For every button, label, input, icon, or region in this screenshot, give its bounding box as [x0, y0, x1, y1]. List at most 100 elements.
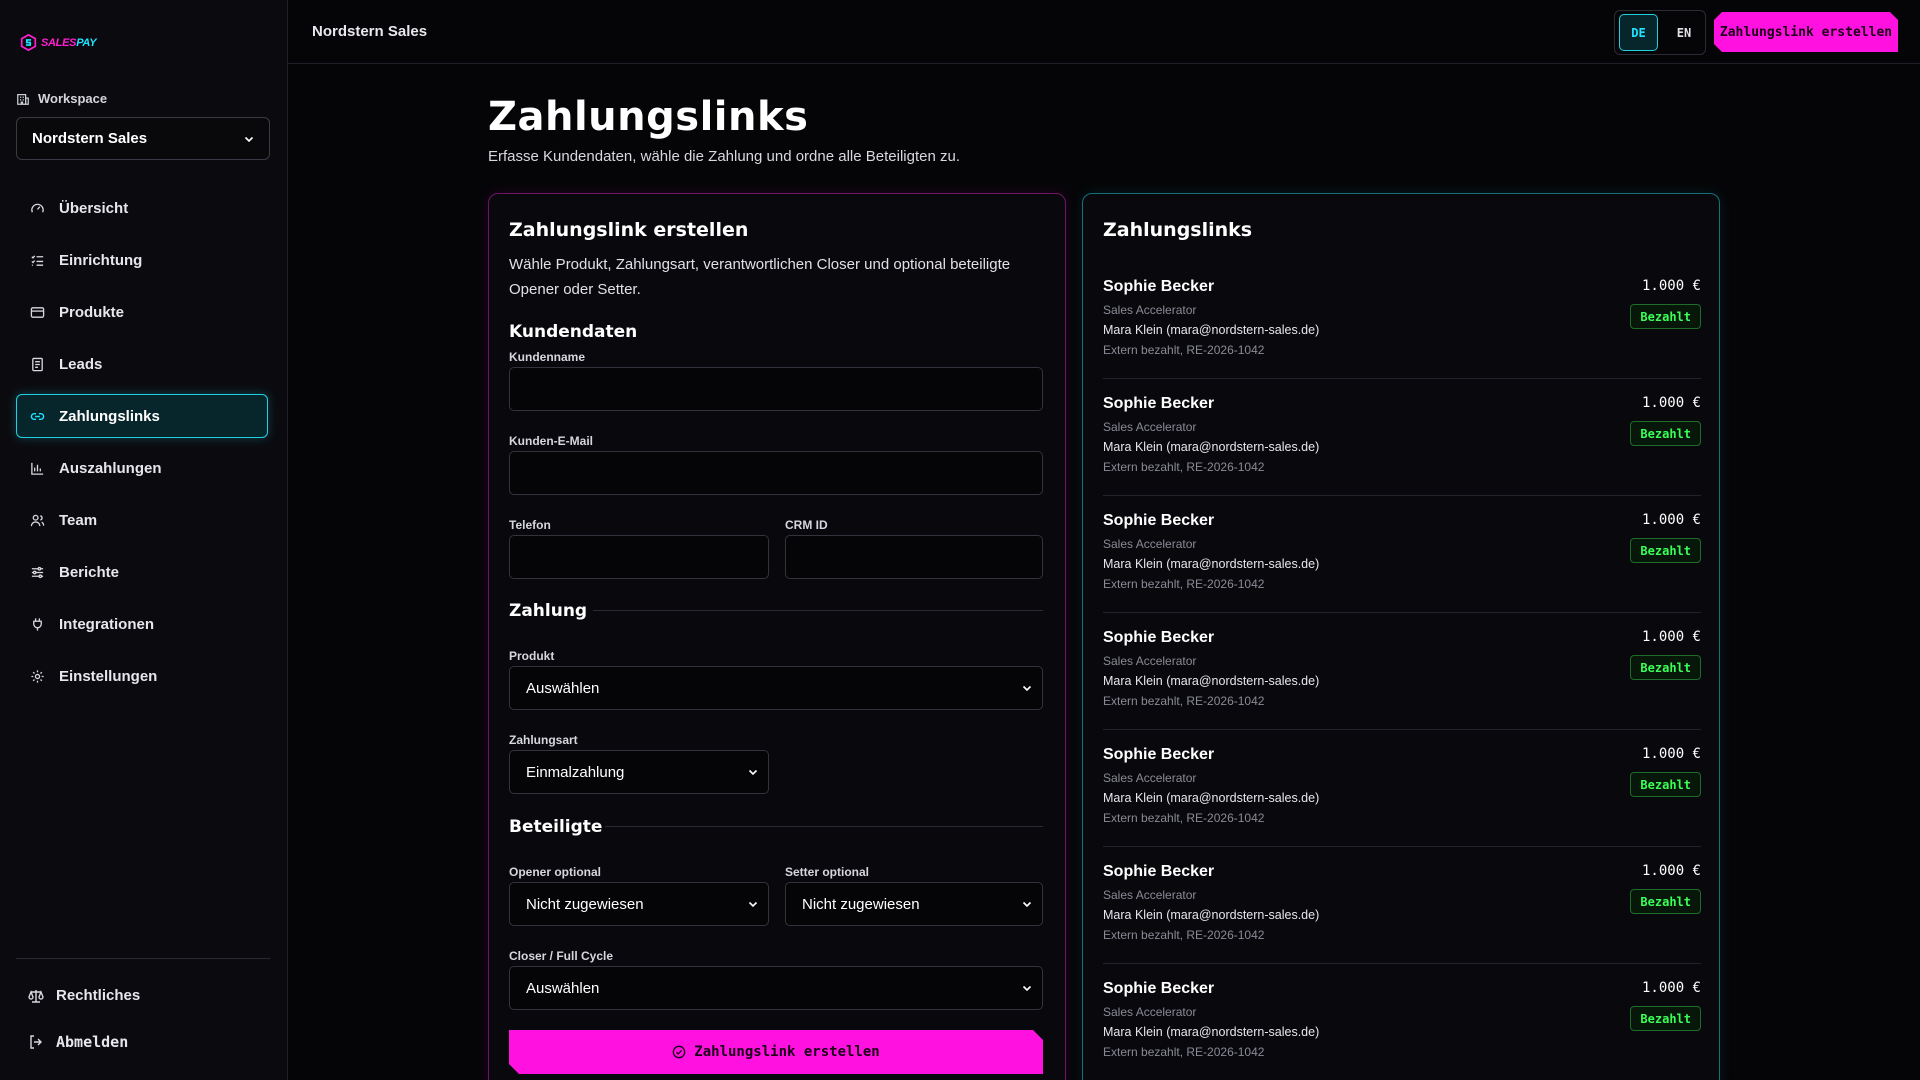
amount: 1.000 €: [1641, 512, 1701, 528]
list-item[interactable]: Sophie Becker Sales Accelerator Mara Klein…: [1103, 863, 1701, 964]
sidebar-item-label: Auszahlungen: [59, 459, 162, 477]
sidebar-item-label: Zahlungslinks: [59, 407, 160, 425]
logout-button[interactable]: Abmelden: [28, 1033, 128, 1051]
chevron-down-icon: [1022, 985, 1032, 992]
payment-meta: Extern bezahlt, RE-2026-1042: [1103, 694, 1265, 708]
payment-type-select[interactable]: Einmalzahlung: [509, 750, 769, 794]
sidebar-item-reports[interactable]: Berichte: [16, 550, 268, 594]
create-payment-link-button[interactable]: Zahlungslink erstellen: [1714, 12, 1898, 52]
sidebar-item-label: Produkte: [59, 303, 125, 321]
topbar-title: Nordstern Sales: [312, 23, 428, 40]
submit-label: Zahlungslink erstellen: [694, 1044, 880, 1060]
payment-links-title: Zahlungslinks: [1103, 219, 1253, 241]
status-badge: Bezahlt: [1630, 655, 1701, 680]
status-badge: Bezahlt: [1630, 538, 1701, 563]
list-item[interactable]: Sophie Becker Sales Accelerator Mara Klein…: [1103, 980, 1701, 1080]
closer-label: Closer / Full Cycle: [509, 949, 614, 963]
section-customer: Kundendaten: [509, 322, 638, 342]
sidebar-item-team[interactable]: Team: [16, 498, 268, 542]
check-circle-icon: [672, 1045, 686, 1059]
product-name: Sales Accelerator: [1103, 420, 1197, 434]
setter-select-value: Nicht zugewiesen: [802, 895, 920, 913]
sidebar-item-overview[interactable]: Übersicht: [16, 186, 268, 230]
setter-label: Setter optional: [785, 865, 870, 879]
customer-name: Sophie Becker: [1103, 980, 1215, 997]
form-description: Wähle Produkt, Zahlungsart, verantwortli…: [509, 256, 1011, 298]
sidebar-item-legal[interactable]: Rechtliches: [28, 987, 140, 1004]
amount: 1.000 €: [1641, 395, 1701, 411]
sidebar-divider: [16, 958, 270, 959]
setter-select[interactable]: Nicht zugewiesen: [785, 882, 1043, 926]
status-badge: Bezahlt: [1630, 772, 1701, 797]
card-icon: [30, 306, 45, 318]
customer-name: Sophie Becker: [1103, 629, 1215, 646]
payment-meta: Extern bezahlt, RE-2026-1042: [1103, 460, 1265, 474]
customer-email-input[interactable]: [509, 451, 1043, 495]
sidebar-item-label: Berichte: [59, 563, 120, 581]
list-item[interactable]: Sophie Becker Sales Accelerator Mara Klein…: [1103, 746, 1701, 847]
lang-de-button[interactable]: DE: [1619, 14, 1658, 51]
list-item[interactable]: Sophie Becker Sales Accelerator Mara Klein…: [1103, 629, 1701, 730]
status-badge: Bezahlt: [1630, 421, 1701, 446]
form-title: Zahlungslink erstellen: [509, 219, 749, 241]
sidebar-item-label: Rechtliches: [56, 987, 141, 1004]
amount: 1.000 €: [1641, 746, 1701, 762]
crm-id-label: CRM ID: [785, 518, 828, 532]
amount: 1.000 €: [1641, 629, 1701, 645]
opener-label: Opener optional: [509, 865, 602, 879]
building-icon: [17, 93, 29, 105]
topbar: Nordstern Sales DE EN Zahlungslink erste…: [288, 0, 1920, 64]
section-payment: Zahlung: [509, 601, 588, 621]
customer-name-label: Kundenname: [509, 350, 586, 364]
list-item[interactable]: Sophie Becker Sales Accelerator Mara Klein…: [1103, 395, 1701, 496]
brand-logo[interactable]: SALESPAY: [20, 34, 97, 51]
product-name: Sales Accelerator: [1103, 888, 1197, 902]
payment-meta: Extern bezahlt, RE-2026-1042: [1103, 343, 1265, 357]
sidebar-item-label: Einstellungen: [59, 667, 158, 685]
chevron-down-icon: [748, 769, 758, 776]
logout-label: Abmelden: [56, 1033, 129, 1051]
document-icon: [32, 357, 43, 371]
section-divider: [605, 826, 1043, 827]
closer-select[interactable]: Auswählen: [509, 966, 1043, 1010]
list-item[interactable]: Sophie Becker Sales Accelerator Mara Klein…: [1103, 512, 1701, 613]
gauge-icon: [31, 203, 44, 213]
bar-chart-icon: [31, 462, 44, 475]
brand-name: SALESPAY: [41, 36, 97, 49]
scale-icon: [28, 989, 44, 1003]
closer-select-value: Auswählen: [526, 979, 600, 997]
sidebar-item-integrations[interactable]: Integrationen: [16, 602, 268, 646]
phone-label: Telefon: [509, 518, 551, 532]
checklist-icon: [31, 254, 44, 266]
product-select[interactable]: Auswählen: [509, 666, 1043, 710]
create-link-form: Zahlungslink erstellen Wähle Produkt, Za…: [488, 193, 1066, 1080]
contact-person: Mara Klein (mara@nordstern-sales.de): [1103, 1025, 1320, 1039]
sidebar-item-products[interactable]: Produkte: [16, 290, 268, 334]
customer-name-input[interactable]: [509, 367, 1043, 411]
contact-person: Mara Klein (mara@nordstern-sales.de): [1103, 791, 1320, 805]
language-switcher: DE EN: [1614, 10, 1706, 55]
status-badge: Bezahlt: [1630, 889, 1701, 914]
opener-select[interactable]: Nicht zugewiesen: [509, 882, 769, 926]
sidebar-item-settings[interactable]: Einstellungen: [16, 654, 268, 698]
phone-input[interactable]: [509, 535, 769, 579]
section-participants: Beteiligte: [509, 817, 603, 837]
customer-name: Sophie Becker: [1103, 746, 1215, 763]
workspace-select[interactable]: Nordstern Sales: [16, 117, 270, 160]
sidebar-item-paymentlinks[interactable]: Zahlungslinks: [16, 394, 268, 438]
contact-person: Mara Klein (mara@nordstern-sales.de): [1103, 440, 1320, 454]
sidebar-item-leads[interactable]: Leads: [16, 342, 268, 386]
lang-en-button[interactable]: EN: [1667, 14, 1701, 51]
sidebar-item-payouts[interactable]: Auszahlungen: [16, 446, 268, 490]
customer-email-label: Kunden-E-Mail: [509, 434, 593, 448]
chevron-down-icon: [748, 901, 758, 908]
sidebar-item-setup[interactable]: Einrichtung: [16, 238, 268, 282]
product-name: Sales Accelerator: [1103, 303, 1197, 317]
payment-meta: Extern bezahlt, RE-2026-1042: [1103, 811, 1265, 825]
status-badge: Bezahlt: [1630, 1006, 1701, 1031]
amount: 1.000 €: [1641, 863, 1701, 879]
submit-create-link-button[interactable]: Zahlungslink erstellen: [509, 1030, 1043, 1074]
list-item[interactable]: Sophie Becker Sales Accelerator Mara Klein…: [1103, 278, 1701, 379]
sidebar-nav: Übersicht Einrichtung Produkte Leads Zah…: [16, 186, 268, 706]
crm-id-input[interactable]: [785, 535, 1043, 579]
